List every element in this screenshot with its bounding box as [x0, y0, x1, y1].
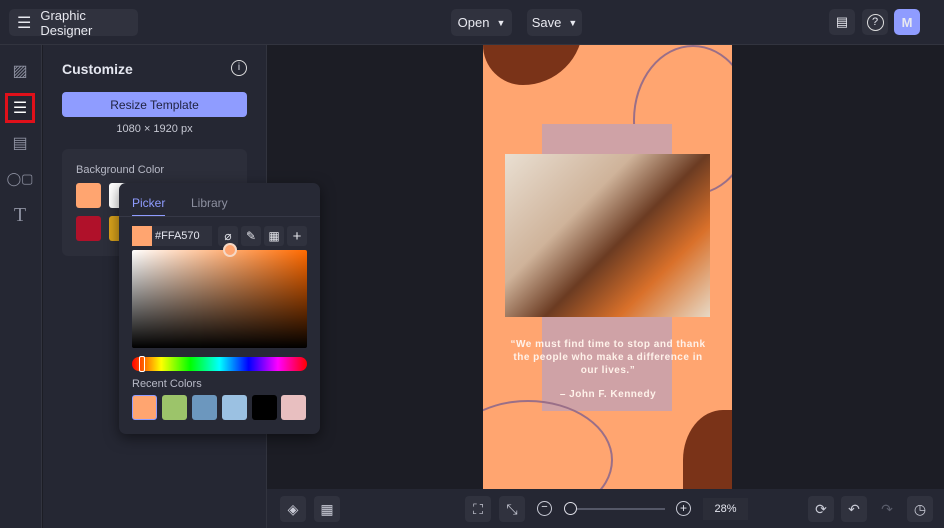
history-icon[interactable]: ◷: [907, 496, 933, 522]
shrink-icon[interactable]: ⤡: [499, 496, 525, 522]
design-canvas[interactable]: “We must find time to stop and thank the…: [483, 45, 732, 489]
hex-input[interactable]: #FFA570: [152, 226, 212, 246]
app-title: Graphic Designer: [40, 7, 93, 38]
resize-template-button[interactable]: Resize Template: [62, 92, 247, 117]
info-icon[interactable]: i: [231, 60, 247, 76]
open-button[interactable]: Open ▼: [451, 9, 512, 36]
sync-icon[interactable]: ⟳: [808, 496, 834, 522]
saturation-handle[interactable]: [223, 243, 237, 257]
tab-picker[interactable]: Picker: [132, 196, 166, 217]
save-button[interactable]: Save ▼: [527, 9, 582, 36]
hue-handle[interactable]: [139, 356, 145, 372]
line-shape: [483, 400, 613, 489]
add-color-icon[interactable]: +: [287, 226, 307, 246]
quote-text[interactable]: “We must find time to stop and thank the…: [508, 338, 708, 377]
recent-color[interactable]: [281, 395, 306, 420]
swatch-peach[interactable]: [76, 183, 101, 208]
hamburger-icon: ☰: [17, 14, 32, 32]
app-menu-button[interactable]: ☰ Graphic Designer: [9, 7, 138, 38]
swatch-red[interactable]: [76, 216, 101, 241]
help-icon: ?: [866, 13, 884, 31]
template-dimensions: 1080 × 1920 px: [116, 123, 193, 135]
tab-divider: [119, 216, 320, 217]
recent-colors-label: Recent Colors: [132, 378, 202, 390]
open-label: Open: [457, 15, 490, 30]
saturation-area[interactable]: [132, 250, 307, 348]
shapes-icon[interactable]: ◯▢: [7, 168, 34, 190]
tool-rail: ▨ ☰ ▤ ◯▢ T: [0, 45, 42, 528]
zoom-slider-handle[interactable]: [564, 502, 577, 515]
avatar-initial: M: [901, 14, 913, 30]
chevron-down-icon: ▼: [568, 17, 578, 28]
chevron-down-icon: ▼: [496, 17, 506, 28]
zoom-in-icon[interactable]: +: [676, 501, 691, 516]
fit-screen-icon[interactable]: ⛶: [465, 496, 491, 522]
layers-icon[interactable]: ◈: [280, 496, 306, 522]
color-picker-popup: Picker Library #FFA570 ⌀ ✎ ▦ + Recent Co…: [119, 183, 320, 434]
recent-color[interactable]: [162, 395, 187, 420]
layout-icon[interactable]: ▤: [9, 132, 31, 154]
zoom-out-icon[interactable]: −: [537, 501, 552, 516]
comments-button[interactable]: ▤: [829, 9, 855, 35]
tab-library[interactable]: Library: [191, 196, 228, 210]
customize-icon[interactable]: ☰: [5, 93, 35, 123]
help-button[interactable]: ?: [862, 9, 888, 35]
hue-slider[interactable]: [132, 357, 307, 371]
current-color-swatch: [132, 226, 152, 246]
comment-icon: ▤: [835, 14, 849, 29]
undo-icon[interactable]: ↶: [841, 496, 867, 522]
redo-icon: ↷: [881, 500, 893, 517]
quote-author[interactable]: – John F. Kennedy: [508, 389, 708, 400]
zoom-level[interactable]: 28%: [703, 498, 748, 520]
bottom-toolbar: ◈ ▦ ⛶ ⤡ − + 28% ⟳ ↶ ↷ ◷: [267, 489, 944, 528]
recent-color[interactable]: [132, 395, 157, 420]
recent-color[interactable]: [222, 395, 247, 420]
grid-view-icon[interactable]: ▦: [314, 496, 340, 522]
mother-baby-photo[interactable]: [505, 154, 710, 317]
recent-color[interactable]: [252, 395, 277, 420]
blob-shape: [483, 45, 583, 85]
blob-shape: [683, 410, 732, 489]
save-label: Save: [531, 15, 562, 30]
eyedropper-icon[interactable]: ✎: [241, 226, 261, 246]
avatar[interactable]: M: [894, 9, 920, 35]
grid-icon[interactable]: ▦: [264, 226, 284, 246]
background-color-label: Background Color: [76, 164, 165, 176]
image-icon[interactable]: ▨: [9, 60, 31, 82]
top-bar: ☰ Graphic Designer Open ▼ Save ▼ ▤ ? M: [0, 0, 944, 45]
text-icon[interactable]: T: [9, 204, 31, 226]
recent-color[interactable]: [192, 395, 217, 420]
zoom-slider[interactable]: [565, 508, 665, 510]
panel-title: Customize: [62, 61, 133, 77]
